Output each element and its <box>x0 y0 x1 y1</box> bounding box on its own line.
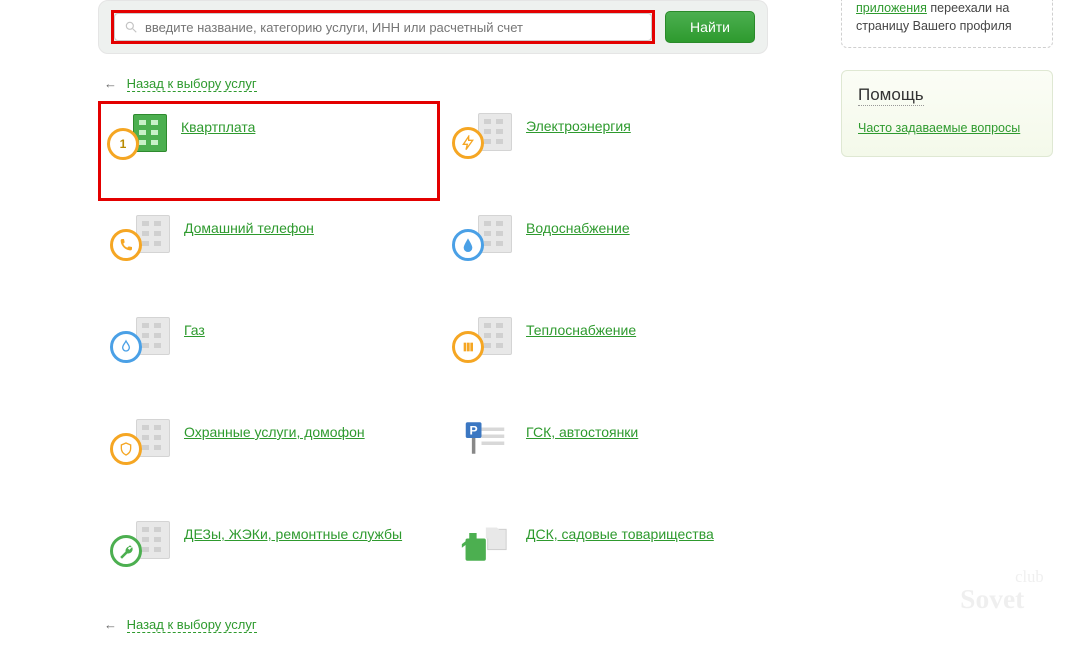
arrow-left-icon: ← <box>104 76 117 91</box>
search-input[interactable] <box>114 13 652 41</box>
arrow-left-icon: ← <box>104 617 117 632</box>
gas-icon <box>110 317 170 363</box>
dez-icon <box>110 521 170 567</box>
category-water[interactable]: Водоснабжение <box>446 211 776 265</box>
category-gas[interactable]: Газ <box>104 313 434 367</box>
category-label: Теплоснабжение <box>526 317 636 340</box>
search-field-highlight <box>111 10 655 44</box>
category-grid: 1 Квартплата Электроэнергия Домашний тел… <box>104 109 1067 571</box>
back-link[interactable]: Назад к выбору услуг <box>127 76 257 92</box>
help-box: Помощь Часто задаваемые вопросы <box>841 70 1053 157</box>
faq-link[interactable]: Часто задаваемые вопросы <box>858 121 1020 135</box>
category-label: Водоснабжение <box>526 215 630 238</box>
category-security[interactable]: Охранные услуги, домофон <box>104 415 434 469</box>
badge-number: 1 <box>120 137 127 151</box>
category-label: Домашний телефон <box>184 215 314 238</box>
category-label: Охранные услуги, домофон <box>184 419 365 442</box>
back-link[interactable]: Назад к выбору услуг <box>127 617 257 633</box>
sidebar: приложения переехали на страницу Вашего … <box>841 0 1053 157</box>
category-electricity[interactable]: Электроэнергия <box>446 109 776 163</box>
category-kvartplata[interactable]: 1 Квартплата <box>98 101 440 201</box>
svg-text:P: P <box>470 424 478 438</box>
water-icon <box>452 215 512 261</box>
heat-icon <box>452 317 512 363</box>
notice-link[interactable]: приложения <box>856 1 927 15</box>
category-label: ДСК, садовые товарищества <box>526 521 714 544</box>
back-row-bottom: ← Назад к выбору услуг <box>104 617 1067 632</box>
phone-icon <box>110 215 170 261</box>
search-button[interactable]: Найти <box>665 11 755 43</box>
search-icon <box>124 20 138 34</box>
category-label: ДЕЗы, ЖЭКи, ремонтные службы <box>184 521 402 544</box>
category-label: ГСК, автостоянки <box>526 419 638 442</box>
dsk-icon <box>452 521 512 567</box>
security-icon <box>110 419 170 465</box>
svg-text:Sovet: Sovet <box>960 583 1025 614</box>
parking-icon: P <box>452 419 512 465</box>
category-phone[interactable]: Домашний телефон <box>104 211 434 265</box>
category-parking[interactable]: P ГСК, автостоянки <box>446 415 776 469</box>
notice-box: приложения переехали на страницу Вашего … <box>841 0 1053 48</box>
category-label: Квартплата <box>181 114 255 137</box>
electricity-icon <box>452 113 512 159</box>
kvartplata-icon: 1 <box>107 114 167 160</box>
category-label: Электроэнергия <box>526 113 631 136</box>
category-dsk[interactable]: ДСК, садовые товарищества <box>446 517 776 571</box>
category-label: Газ <box>184 317 205 340</box>
search-bar: Найти <box>98 0 768 54</box>
help-title[interactable]: Помощь <box>858 85 924 106</box>
category-dez[interactable]: ДЕЗы, ЖЭКи, ремонтные службы <box>104 517 434 571</box>
category-heat[interactable]: Теплоснабжение <box>446 313 776 367</box>
